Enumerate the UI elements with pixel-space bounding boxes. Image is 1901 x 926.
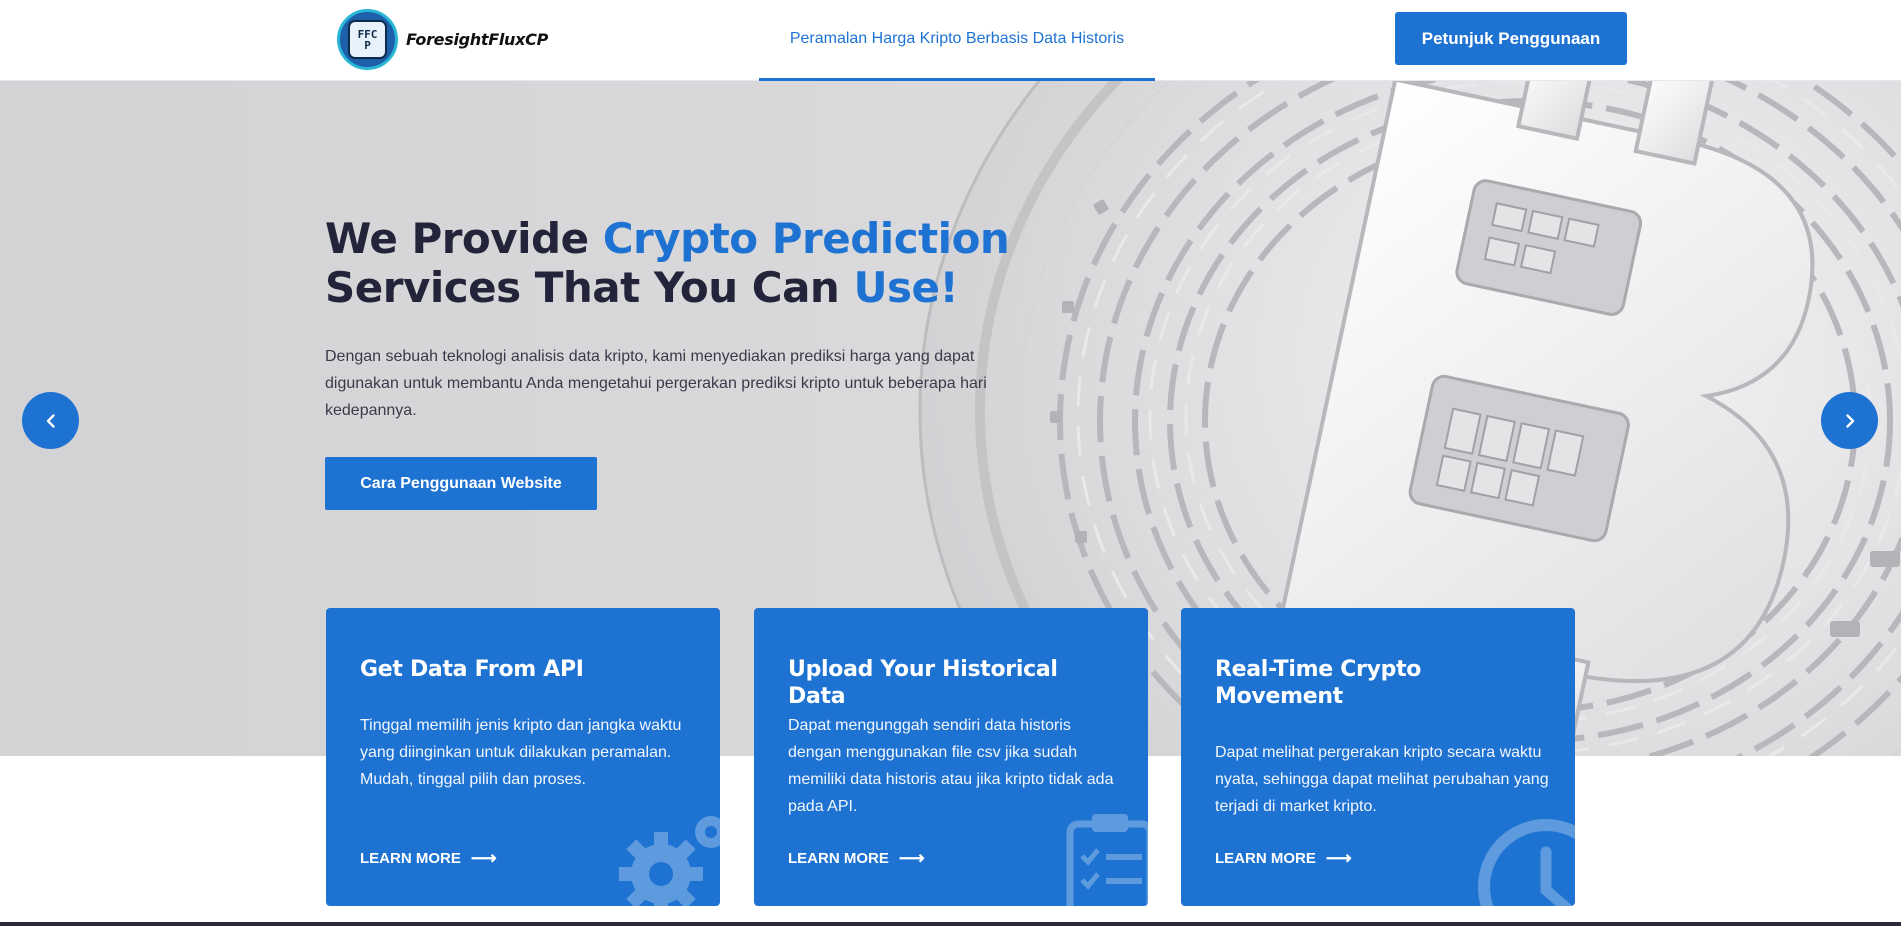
learn-more-link[interactable]: LEARN MORE ⟶ [360, 848, 497, 868]
hero-title-highlight-2: Use! [853, 263, 959, 312]
feature-card-upload: Upload Your Historical Data Dapat mengun… [754, 608, 1148, 906]
guide-button[interactable]: Petunjuk Penggunaan [1395, 12, 1627, 65]
page-bottom-border [0, 922, 1901, 926]
card-text: Tinggal memilih jenis kripto dan jangka … [360, 717, 682, 788]
arrow-right-icon: ⟶ [470, 848, 497, 868]
card-title: Real-Time Crypto Movement [1215, 657, 1422, 709]
logo-text: ForesightFluxCP [406, 30, 549, 49]
chevron-left-icon [46, 413, 55, 428]
card-title: Get Data From API [360, 657, 584, 682]
feature-card-realtime: Real-Time Crypto Movement Dapat melihat … [1181, 608, 1575, 906]
how-to-use-button[interactable]: Cara Penggunaan Website [325, 457, 597, 510]
hero-title-highlight-1: Crypto Prediction [602, 214, 1010, 263]
gears-icon [619, 816, 720, 906]
card-text: Dapat melihat pergerakan kripto secara w… [1215, 744, 1549, 815]
nav-link-forecasting[interactable]: Peramalan Harga Kripto Berbasis Data His… [759, 0, 1155, 81]
learn-more-label: LEARN MORE [360, 850, 461, 867]
clock-icon [1478, 819, 1575, 906]
carousel-prev-button[interactable] [22, 392, 79, 449]
feature-card-api: Get Data From API Tinggal memilih jenis … [326, 608, 720, 906]
logo-badge-text: FFCP [357, 27, 378, 52]
hero-title: We Provide Crypto Prediction Services Tha… [325, 214, 1045, 312]
learn-more-label: LEARN MORE [788, 850, 889, 867]
hero-title-part2: Services That You Can [325, 263, 854, 312]
logo[interactable]: FFCP ForesightFluxCP [337, 9, 548, 70]
hero-description: Dengan sebuah teknologi analisis data kr… [325, 348, 987, 419]
learn-more-link[interactable]: LEARN MORE ⟶ [788, 848, 925, 868]
learn-more-link[interactable]: LEARN MORE ⟶ [1215, 848, 1352, 868]
site-header: FFCP ForesightFluxCP Peramalan Harga Kri… [0, 0, 1901, 81]
chevron-right-icon [1845, 413, 1854, 428]
clipboard-check-icon [1066, 814, 1148, 906]
arrow-right-icon: ⟶ [1325, 848, 1352, 868]
carousel-next-button[interactable] [1821, 392, 1878, 449]
card-text: Dapat mengunggah sendiri data historis d… [788, 717, 1114, 815]
learn-more-label: LEARN MORE [1215, 850, 1316, 867]
card-title: Upload Your Historical Data [788, 657, 1058, 709]
arrow-right-icon: ⟶ [898, 848, 925, 868]
hero-title-part1: We Provide [325, 214, 603, 263]
logo-badge-icon: FFCP [337, 9, 398, 70]
